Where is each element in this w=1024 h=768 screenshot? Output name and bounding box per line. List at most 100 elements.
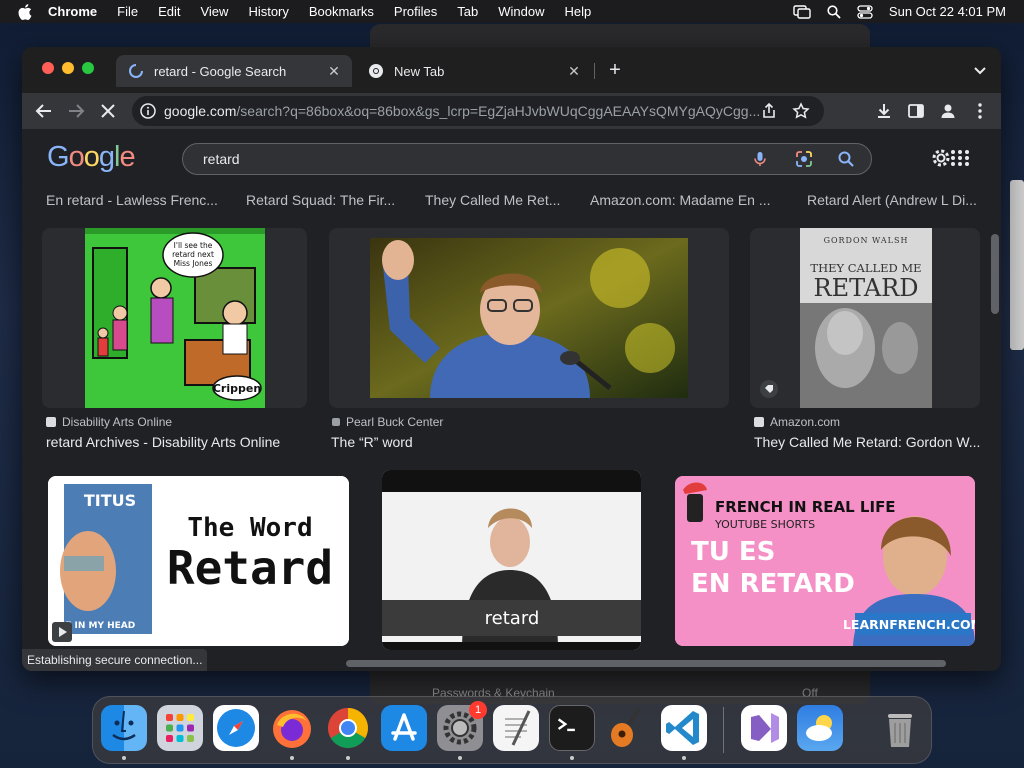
safari-icon	[217, 709, 255, 747]
dock-chrome[interactable]	[325, 705, 371, 751]
menu-edit[interactable]: Edit	[158, 4, 180, 19]
control-center-icon[interactable]	[857, 4, 873, 19]
source-favicon-icon	[46, 417, 56, 427]
result-title[interactable]: retard Archives - Disability Arts Online	[46, 434, 316, 450]
url-text[interactable]: google.com/search?q=86box&oq=86box&gs_lc…	[164, 103, 760, 119]
dock-trash[interactable]	[877, 705, 923, 751]
close-tab-icon[interactable]: ✕	[566, 63, 582, 79]
running-indicator	[122, 756, 126, 760]
tab-new-tab[interactable]: New Tab ✕	[356, 55, 592, 87]
menu-app-name[interactable]: Chrome	[48, 4, 97, 19]
status-bubble: Establishing secure connection...	[22, 649, 208, 671]
dock-textedit[interactable]	[493, 705, 539, 751]
dock-safari[interactable]	[213, 705, 259, 751]
google-apps-icon[interactable]	[950, 149, 970, 167]
menu-view[interactable]: View	[200, 4, 228, 19]
firefox-icon	[273, 710, 311, 748]
google-lens-icon[interactable]	[795, 150, 813, 168]
result-source[interactable]: Disability Arts Online	[46, 415, 172, 429]
horizontal-scrollbar[interactable]	[346, 660, 946, 667]
book-author: GORDON WALSH	[824, 236, 909, 245]
menu-window[interactable]: Window	[498, 4, 544, 19]
video-caption: retard	[485, 608, 540, 629]
weather-cloud-icon	[806, 715, 832, 741]
svg-text:I'll see the: I'll see the	[174, 241, 213, 250]
menu-bookmarks[interactable]: Bookmarks	[309, 4, 374, 19]
clock[interactable]: Sun Oct 22 4:01 PM	[889, 4, 1006, 19]
close-window-button[interactable]	[42, 62, 54, 74]
dock-finder[interactable]	[101, 705, 147, 751]
dock-launchpad[interactable]	[157, 705, 203, 751]
thumb-site: LEARNFRENCH.COM	[843, 617, 975, 632]
menu-help[interactable]: Help	[565, 4, 592, 19]
image-result-caption[interactable]: Retard Squad: The Fir...	[246, 192, 406, 208]
image-result-caption[interactable]: Retard Alert (Andrew L Di...	[807, 192, 982, 208]
dock-terminal[interactable]	[549, 705, 595, 751]
back-arrow-icon[interactable]	[34, 101, 54, 121]
url-path: /search?q=86box&oq=86box&gs_lcrp=EgZjaHJ…	[236, 103, 760, 119]
maximize-window-button[interactable]	[82, 62, 94, 74]
stop-loading-icon[interactable]	[98, 101, 118, 121]
site-info-icon[interactable]	[140, 103, 156, 119]
dock-system-settings[interactable]: 1	[437, 701, 487, 751]
dock-weather[interactable]	[797, 705, 843, 751]
source-favicon-icon	[754, 417, 764, 427]
google-search-box[interactable]: retard	[182, 143, 872, 175]
source-name: Disability Arts Online	[62, 415, 173, 429]
bookmark-star-icon[interactable]	[792, 102, 810, 120]
minimize-window-button[interactable]	[62, 62, 74, 74]
google-logo[interactable]: Google	[47, 141, 136, 174]
menu-profiles[interactable]: Profiles	[394, 4, 437, 19]
image-result-card[interactable]: GORDON WALSH THEY CALLED ME RETARD	[750, 228, 980, 408]
download-icon[interactable]	[874, 101, 894, 121]
vertical-scrollbar[interactable]	[991, 234, 999, 314]
menu-tab[interactable]: Tab	[457, 4, 478, 19]
image-result-caption[interactable]: They Called Me Ret...	[425, 192, 575, 208]
settings-gear-icon[interactable]	[930, 147, 952, 169]
image-result-caption[interactable]: Amazon.com: Madame En ...	[590, 192, 780, 208]
menu-file[interactable]: File	[117, 4, 138, 19]
screen-mirroring-icon[interactable]	[793, 4, 811, 19]
result-title[interactable]: They Called Me Retard: Gordon W...	[754, 434, 982, 450]
address-bar[interactable]: google.com/search?q=86box&oq=86box&gs_lc…	[132, 96, 824, 126]
image-result-card[interactable]: retard	[382, 470, 641, 650]
vscode-icon	[666, 711, 699, 745]
book-title-line1: THEY CALLED ME	[810, 261, 921, 275]
dock-app-store[interactable]	[381, 705, 427, 751]
search-query[interactable]: retard	[203, 151, 240, 167]
app-store-icon	[391, 713, 417, 741]
image-result-card[interactable]: I'll see the retard next Miss Jones Crip…	[42, 228, 307, 408]
image-result-card[interactable]: TITUS VOICE IN MY HEAD The Word Retard	[48, 476, 349, 646]
forward-arrow-icon[interactable]	[66, 101, 86, 121]
chevron-down-icon[interactable]	[973, 63, 987, 77]
side-panel-icon[interactable]	[906, 101, 926, 121]
source-favicon-icon	[332, 418, 340, 426]
notification-badge: 1	[469, 701, 487, 719]
share-icon[interactable]	[760, 102, 778, 120]
toolbar: google.com/search?q=86box&oq=86box&gs_lc…	[22, 93, 1001, 129]
apple-icon[interactable]	[18, 3, 32, 20]
result-source[interactable]: Amazon.com	[754, 415, 840, 429]
new-tab-button[interactable]: +	[605, 60, 625, 81]
video-still-image: retard	[382, 470, 641, 650]
image-result-caption[interactable]: En retard - Lawless Frenc...	[46, 192, 226, 208]
search-icon[interactable]	[837, 150, 855, 168]
microphone-icon[interactable]	[751, 150, 769, 168]
more-menu-icon[interactable]	[970, 101, 990, 121]
image-result-card[interactable]	[329, 228, 729, 408]
launchpad-icon	[166, 714, 194, 742]
dock-vscode[interactable]	[661, 705, 707, 751]
dock-garageband[interactable]	[605, 705, 651, 751]
dock-firefox[interactable]	[269, 705, 315, 751]
close-tab-icon[interactable]: ✕	[326, 63, 342, 79]
tab-google-search[interactable]: retard - Google Search ✕	[116, 55, 352, 87]
result-title[interactable]: The “R” word	[331, 434, 631, 450]
menu-history[interactable]: History	[248, 4, 288, 19]
spotlight-search-icon[interactable]	[827, 4, 841, 19]
profile-avatar-icon[interactable]	[938, 101, 958, 121]
dock-visual-studio[interactable]	[741, 705, 787, 751]
result-source[interactable]: Pearl Buck Center	[332, 415, 443, 429]
dvd-cover-image: TITUS VOICE IN MY HEAD The Word Retard	[48, 476, 349, 646]
url-host: google.com	[164, 103, 237, 119]
image-result-card[interactable]: FRENCH IN REAL LIFE YOUTUBE SHORTS TU ES…	[675, 476, 975, 646]
